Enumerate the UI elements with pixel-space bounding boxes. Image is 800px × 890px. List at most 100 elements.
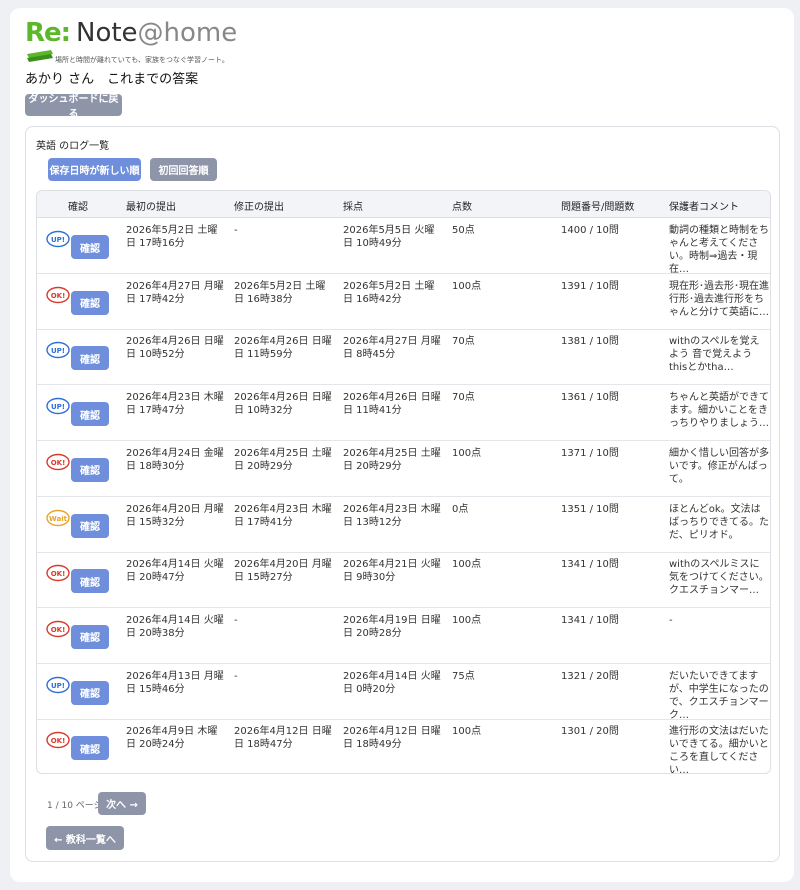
fix-submit-cell: - [234,614,238,626]
sort-newest-button[interactable]: 保存日時が新しい順 [48,158,141,181]
scoring-cell: 2026年4月21日 火曜日 9時30分 [343,559,441,584]
first-submit-cell: 2026年4月13日 月曜日 15時46分 [126,670,224,695]
points-cell: 100点 [452,447,482,459]
stamp-ok-icon: OK! [46,564,70,582]
fix-submit-cell: 2026年4月26日 日曜日 10時32分 [234,392,332,417]
points-cell: 0点 [452,503,469,515]
confirm-button[interactable]: 確認 [71,402,109,427]
fix-submit-cell: 2026年5月2日 土曜日 16時38分 [234,280,326,305]
header-points: 点数 [452,202,472,213]
first-submit-cell: 2026年4月14日 火曜日 20時47分 [126,559,224,584]
table-row: UP! 確認 2026年4月13日 月曜日 15時46分 - 2026年4月14日 火曜… [37,664,770,721]
first-submit-cell: 2026年4月27日 月曜日 17時42分 [126,280,224,305]
header-question-number: 問題番号/問題数 [561,202,635,213]
pager-text: 1 / 10 ページ [47,801,103,811]
question-number-cell: 1391 / 10問 [561,280,619,292]
logo-at: @ [137,18,164,48]
stamp-wait-icon: Wait [46,509,70,526]
table-row: OK! 確認 2026年4月27日 月曜日 17時42分 2026年5月2日 土曜日 … [37,274,770,330]
confirm-button[interactable]: 確認 [71,513,109,538]
stamp-text: OK! [51,737,66,745]
fix-submit-cell: 2026年4月26日 日曜日 11時59分 [234,336,332,361]
table-row: OK! 確認 2026年4月14日 火曜日 20時47分 2026年4月20日 月曜日… [37,552,770,609]
table-row: UP! 確認 2026年5月2日 土曜日 17時16分 - 2026年5月5日 火曜日 … [37,218,770,275]
table-row: UP! 確認 2026年4月26日 日曜日 10時52分 2026年4月26日 日曜日… [37,329,770,386]
points-cell: 70点 [452,392,475,404]
question-number-cell: 1341 / 10問 [561,559,619,571]
sort-first-answer-button[interactable]: 初回回答順 [150,158,217,181]
stamp-ok-icon: OK! [46,620,70,638]
header-fix-submit: 修正の提出 [234,202,284,213]
subject-list-button[interactable]: ← 教科一覧へ [46,826,124,850]
table-row: UP! 確認 2026年4月23日 木曜日 17時47分 2026年4月26日 日曜日… [37,385,770,442]
fix-submit-cell: 2026年4月12日 日曜日 18時47分 [234,726,332,751]
question-number-cell: 1371 / 10問 [561,447,619,459]
question-number-cell: 1341 / 10問 [561,614,619,626]
scoring-cell: 2026年4月14日 火曜日 0時20分 [343,670,441,695]
parent-comment-cell: 動詞の種類と時制をちゃんと考えてください。時制⇒過去・現在… [669,225,769,275]
stamp-up-icon: UP! [46,676,70,693]
points-cell: 100点 [452,559,482,571]
confirm-button[interactable]: 確認 [71,736,109,761]
parent-comment-cell: 現在形･過去形･現在進行形･過去進行形をちゃんと分けて英語に… [669,280,769,318]
confirm-button[interactable]: 確認 [71,680,109,705]
stamp-text: UP! [51,236,65,244]
scoring-cell: 2026年5月5日 火曜日 10時49分 [343,225,435,249]
logo-home: home [163,18,238,48]
stamp-text: Wait [49,515,68,523]
parent-comment-cell: 細かく惜しい回答が多いです。修正がんばって。 [669,447,769,485]
points-cell: 100点 [452,614,482,626]
page: Re: Note@home 場所と時間が離れていても、家族をつなぐ学習ノート。 … [10,8,794,882]
question-number-cell: 1381 / 10問 [561,336,619,348]
stamp-ok-icon: OK! [46,732,70,749]
stamp-up-icon: UP! [46,342,70,359]
log-card: 英語 のログ一覧 確認 最初の提出 修正の提出 採点 点数 問題番号/問題数 保… [25,126,780,862]
header-scoring: 採点 [343,202,363,213]
points-cell: 50点 [452,225,475,236]
logo-note-word: Note [76,18,138,48]
next-page-button[interactable]: 次へ → [98,792,146,815]
confirm-button[interactable]: 確認 [71,290,109,315]
stamp-ok-icon: OK! [46,286,70,303]
stamp-up-icon: UP! [46,397,70,415]
stamp-ok-icon: OK! [46,453,70,470]
confirm-button[interactable]: 確認 [71,235,109,259]
table-row: Wait 確認 2026年4月20日 月曜日 15時32分 2026年4月23日 木曜… [37,497,770,553]
scoring-cell: 2026年4月27日 月曜日 8時45分 [343,336,441,361]
question-number-cell: 1361 / 10問 [561,392,619,404]
stamp-text: OK! [51,459,66,467]
scoring-cell: 2026年4月25日 土曜日 20時29分 [343,447,441,472]
fix-submit-cell: - [234,670,238,682]
fix-submit-cell: 2026年4月25日 土曜日 20時29分 [234,447,332,472]
first-submit-cell: 2026年4月24日 金曜日 18時30分 [126,447,224,472]
confirm-button[interactable]: 確認 [71,569,109,594]
back-to-dashboard-button[interactable]: ダッシュボードに戻る [25,94,122,120]
stamp-text: OK! [51,292,66,300]
scoring-cell: 2026年4月26日 日曜日 11時41分 [343,392,441,417]
stamp-text: UP! [51,403,65,411]
confirm-button[interactable]: 確認 [71,624,109,649]
table-row: OK! 確認 2026年4月24日 金曜日 18時30分 2026年4月25日 土曜日… [37,441,770,497]
first-submit-cell: 2026年4月20日 月曜日 15時32分 [126,503,224,528]
page-title: あかり さん これまでの答案 [25,72,199,87]
confirm-button[interactable]: 確認 [71,457,109,482]
parent-comment-cell: - [669,614,673,626]
question-number-cell: 1351 / 10問 [561,503,619,515]
points-cell: 100点 [452,726,482,738]
stamp-text: OK! [51,570,66,578]
scoring-cell: 2026年5月2日 土曜日 16時42分 [343,280,435,305]
confirm-button[interactable]: 確認 [71,346,109,371]
header-first-submit: 最初の提出 [126,202,176,213]
parent-comment-cell: ちゃんと英語ができてます。細かいことをきっちりやりましょう… [669,392,769,430]
first-submit-cell: 2026年4月9日 木曜日 20時24分 [126,726,218,751]
first-submit-cell: 2026年4月14日 火曜日 20時38分 [126,614,224,639]
stamp-text: OK! [51,626,66,634]
scoring-cell: 2026年4月12日 日曜日 18時49分 [343,726,441,751]
parent-comment-cell: 進行形の文法はだいたいできてる。細かいところを直してください… [669,726,769,774]
stamp-up-icon: UP! [46,230,70,248]
parent-comment-cell: ほとんどok。文法はばっちりできてる。ただ、ピリオド。 [669,503,769,541]
question-number-cell: 1400 / 10問 [561,225,619,236]
fix-submit-cell: 2026年4月20日 月曜日 15時27分 [234,559,332,584]
table-row: OK! 確認 2026年4月14日 火曜日 20時38分 -2026年4月19日 日曜… [37,608,770,664]
answers-table: 確認 最初の提出 修正の提出 採点 点数 問題番号/問題数 保護者コメント UP… [36,190,771,774]
